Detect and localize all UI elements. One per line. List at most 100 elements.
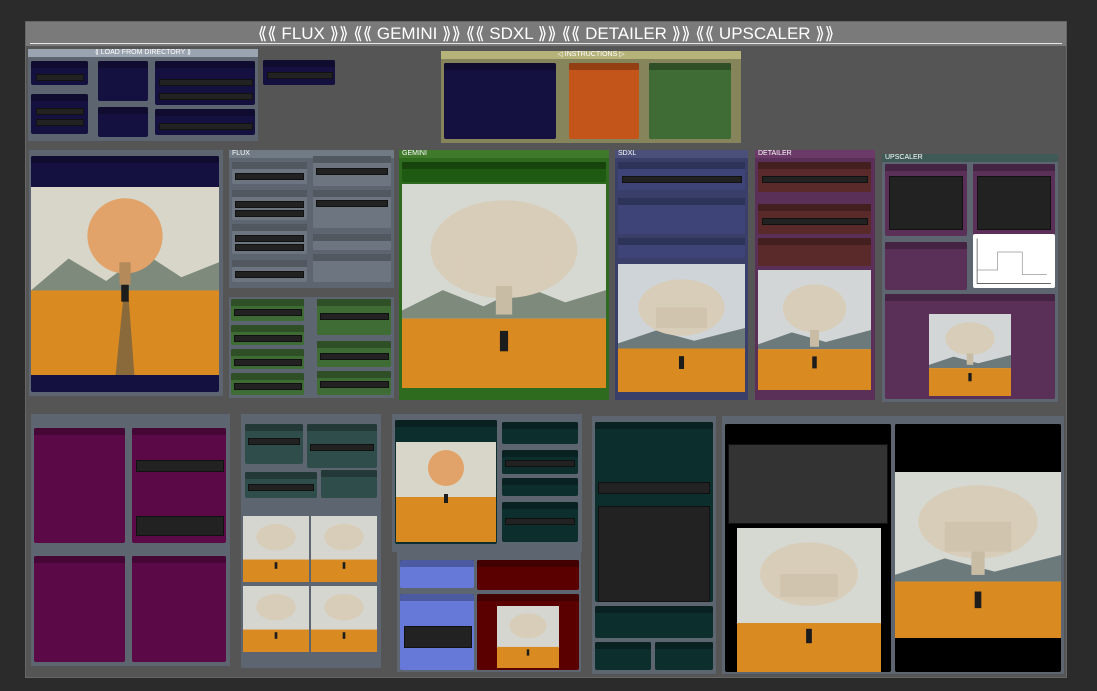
flux-image-node[interactable]	[31, 156, 219, 392]
dark-column-node-3[interactable]	[595, 642, 651, 670]
lora-node-1[interactable]	[231, 299, 304, 321]
group-upscaler-title: UPSCALER	[882, 154, 1058, 162]
upscaler-node-2[interactable]	[973, 164, 1055, 236]
group-magenta[interactable]	[31, 414, 230, 666]
compare-preview-image	[396, 442, 496, 542]
final-left-node[interactable]	[725, 424, 891, 672]
load-node-1[interactable]	[31, 61, 88, 85]
group-compare[interactable]	[392, 414, 582, 552]
lora-node-7[interactable]	[317, 371, 391, 395]
red-image-node[interactable]	[477, 594, 579, 670]
detailer-preview-image	[758, 270, 871, 390]
sdxl-preview-image	[618, 264, 745, 392]
lora-node-5[interactable]	[317, 299, 391, 335]
load-node-2[interactable]	[31, 94, 88, 134]
blue-node-1[interactable]	[400, 560, 474, 588]
group-detailer[interactable]: DETAILER	[755, 150, 875, 400]
group-load-from-directory[interactable]: ⟪ LOAD FROM DIRECTORY ⟫	[28, 49, 258, 141]
mushroom-image-icon	[402, 184, 606, 388]
group-lora-green[interactable]	[229, 297, 394, 398]
upscaler-graph-node[interactable]	[973, 234, 1055, 288]
magenta-node-2[interactable]	[132, 428, 226, 543]
mushroom-image-icon	[618, 264, 745, 392]
mushroom-image-icon	[31, 187, 219, 375]
group-final-output[interactable]	[722, 416, 1064, 674]
flux-node-d[interactable]	[232, 260, 307, 282]
group-dark-column[interactable]	[592, 416, 716, 674]
gemini-preview-image	[402, 184, 606, 388]
flux-node-b[interactable]	[232, 190, 307, 220]
mushroom-image-icon	[929, 314, 1011, 396]
compare-node-4[interactable]	[502, 502, 578, 542]
lora-node-4[interactable]	[231, 373, 304, 395]
group-gemini[interactable]: GEMINI	[399, 150, 609, 400]
flux-node-h[interactable]	[313, 254, 391, 282]
upscaler-node-3[interactable]	[885, 242, 967, 290]
load-node-6[interactable]	[155, 109, 255, 135]
upscaler-preview-image	[929, 314, 1011, 396]
blue-node-2[interactable]	[400, 594, 474, 670]
group-blue-red[interactable]	[397, 552, 581, 672]
group-sdxl[interactable]: SDXL	[615, 150, 748, 400]
group-teal-grid[interactable]	[241, 414, 381, 668]
dark-column-node-4[interactable]	[655, 642, 713, 670]
sdxl-node-3[interactable]	[618, 238, 745, 258]
loose-node-navy[interactable]	[263, 60, 335, 85]
flux-node-g[interactable]	[313, 234, 391, 250]
mushroom-image-icon	[311, 516, 377, 582]
teal-node-3[interactable]	[245, 472, 317, 498]
magenta-node-3[interactable]	[34, 556, 125, 662]
workflow-title: ⟪⟪ FLUX ⟫⟫ ⟪⟪ GEMINI ⟫⟫ ⟪⟪ SDXL ⟫⟫ ⟪⟪ DE…	[257, 24, 835, 43]
upscaler-node-1[interactable]	[885, 164, 967, 236]
detailer-node-1[interactable]	[758, 162, 871, 192]
flux-node-c[interactable]	[232, 224, 307, 254]
lora-node-2[interactable]	[231, 325, 304, 345]
compare-image-node[interactable]	[395, 420, 497, 544]
group-instructions[interactable]: ◁ INSTRUCTIONS ▷	[441, 51, 741, 143]
instruction-note-green[interactable]	[649, 63, 731, 139]
group-load-title: ⟪ LOAD FROM DIRECTORY ⟫	[28, 49, 258, 57]
detailer-node-2[interactable]	[758, 204, 871, 234]
mushroom-image-icon	[737, 528, 881, 672]
final-right-image	[895, 472, 1061, 638]
flux-node-a[interactable]	[232, 162, 307, 184]
mushroom-image-icon	[497, 606, 559, 668]
lora-node-6[interactable]	[317, 341, 391, 367]
group-upscaler[interactable]: UPSCALER	[882, 154, 1058, 402]
group-gemini-title: GEMINI	[399, 150, 609, 158]
dark-column-node-2[interactable]	[595, 606, 713, 638]
final-right-node[interactable]	[895, 424, 1061, 672]
magenta-node-1[interactable]	[34, 428, 125, 543]
red-node-1[interactable]	[477, 560, 579, 590]
red-preview-image	[497, 606, 559, 668]
detailer-node-3[interactable]	[758, 238, 871, 266]
mushroom-image-icon	[243, 586, 309, 652]
compare-node-2[interactable]	[502, 450, 578, 474]
load-node-4[interactable]	[98, 107, 148, 137]
teal-node-2[interactable]	[307, 424, 377, 468]
lora-node-3[interactable]	[231, 349, 304, 369]
instruction-note-navy[interactable]	[444, 63, 556, 139]
instruction-note-orange[interactable]	[569, 63, 639, 139]
teal-node-4[interactable]	[321, 470, 377, 498]
compare-node-3[interactable]	[502, 478, 578, 496]
group-flux-settings[interactable]: FLUX	[229, 150, 394, 288]
teal-node-1[interactable]	[245, 424, 303, 464]
workflow-canvas[interactable]: ⟪⟪ FLUX ⟫⟫ ⟪⟪ GEMINI ⟫⟫ ⟪⟪ SDXL ⟫⟫ ⟪⟪ DE…	[25, 21, 1067, 678]
gemini-prompt-node[interactable]	[402, 162, 606, 182]
compare-node-1[interactable]	[502, 422, 578, 444]
upscaler-output-node[interactable]	[885, 294, 1055, 399]
sdxl-node-1[interactable]	[618, 162, 745, 190]
grid-image-1	[243, 516, 309, 582]
final-left-image	[737, 528, 881, 672]
load-node-5[interactable]	[155, 61, 255, 105]
sdxl-node-2[interactable]	[618, 198, 745, 234]
dark-column-node-1[interactable]	[595, 422, 713, 602]
flux-node-e[interactable]	[313, 156, 391, 186]
flux-node-f[interactable]	[313, 190, 391, 228]
load-node-3[interactable]	[98, 61, 148, 101]
magenta-node-4[interactable]	[132, 556, 226, 662]
mushroom-image-icon	[758, 270, 871, 390]
group-flux-output[interactable]	[29, 150, 223, 396]
final-log-text	[728, 444, 888, 524]
